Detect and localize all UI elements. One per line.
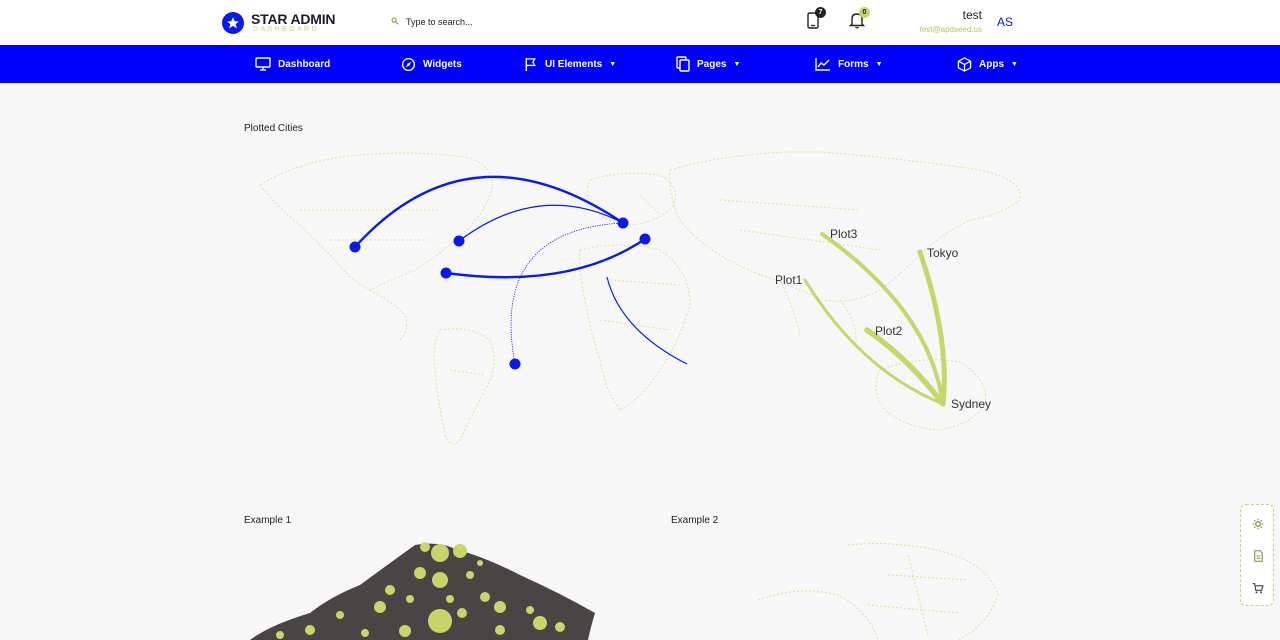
city-marker xyxy=(440,267,452,279)
flight-paths xyxy=(354,175,688,365)
chevron-down-icon: ▼ xyxy=(733,60,741,68)
city-marker xyxy=(453,235,465,247)
brand-subtitle: DASHBOARD xyxy=(253,26,319,33)
star-logo-icon xyxy=(222,12,244,34)
document-button[interactable] xyxy=(1245,543,1271,569)
world-landmass xyxy=(259,151,1021,445)
city-marker xyxy=(349,241,361,253)
search-bar xyxy=(390,13,610,31)
chart-line-icon xyxy=(815,58,830,71)
flight-path xyxy=(354,175,624,248)
search-icon xyxy=(391,17,399,25)
compass-icon xyxy=(401,57,416,71)
document-icon xyxy=(1253,550,1263,562)
monitor-icon xyxy=(255,57,271,71)
nav-label-dashboard: Dashboard xyxy=(278,58,331,70)
flag-icon xyxy=(525,57,536,71)
chevron-down-icon: ▼ xyxy=(1011,60,1018,68)
nav-item-widgets[interactable]: Widgets xyxy=(401,45,462,83)
example1-title: Example 1 xyxy=(244,515,292,526)
cart-button[interactable] xyxy=(1245,575,1271,601)
city-marker xyxy=(639,233,651,245)
plotted-cities-map: Plot1 Plot2 Plot3 Tokyo Sydney xyxy=(259,151,1021,445)
settings-icon xyxy=(1252,518,1264,530)
brand-name: STAR ADMIN xyxy=(251,11,336,27)
nav-item-ui-elements[interactable]: UI Elements ▼ xyxy=(524,45,616,83)
nav-item-pages[interactable]: Pages ▼ xyxy=(676,45,740,83)
label-sydney: Sydney xyxy=(951,397,991,411)
notifications-badge: 0 xyxy=(859,7,870,18)
flight-path xyxy=(510,222,624,365)
nav-label-apps: Apps xyxy=(979,58,1004,70)
label-plot2: Plot2 xyxy=(875,324,903,338)
messages-button[interactable]: 7 xyxy=(804,7,826,32)
route-arcs xyxy=(803,232,947,407)
nav-label-widgets: Widgets xyxy=(423,58,462,70)
flight-path xyxy=(606,276,688,365)
flight-path xyxy=(445,238,646,279)
notifications-button[interactable]: 0 xyxy=(848,7,870,32)
nav-item-apps[interactable]: Apps ▼ xyxy=(957,45,1018,83)
city-marker xyxy=(509,358,521,370)
messages-badge: 7 xyxy=(815,7,826,18)
example2-map xyxy=(757,543,999,640)
world-landmass xyxy=(757,543,999,640)
plotted-cities-title: Plotted Cities xyxy=(244,123,303,134)
top-bar: STAR ADMIN DASHBOARD 7 0 test test@apdse… xyxy=(0,0,1280,45)
user-email: test@apdseed.us xyxy=(919,25,982,34)
search-input[interactable] xyxy=(406,13,606,31)
example2-title: Example 2 xyxy=(671,515,719,526)
cube-icon xyxy=(957,56,972,72)
label-plot1: Plot1 xyxy=(775,273,803,287)
flight-path xyxy=(458,204,624,242)
nav-label-ui-elements: UI Elements xyxy=(545,58,603,70)
user-name[interactable]: test xyxy=(930,8,982,22)
city-marker xyxy=(617,217,629,229)
label-tokyo: Tokyo xyxy=(927,246,959,260)
main-navigation: Dashboard Widgets UI Elements ▼ Pages ▼ … xyxy=(0,45,1280,83)
nav-label-forms: Forms xyxy=(838,58,869,70)
nav-item-dashboard[interactable]: Dashboard xyxy=(255,45,330,83)
label-plot3: Plot3 xyxy=(830,227,858,241)
cart-icon xyxy=(1252,582,1264,594)
nav-label-pages: Pages xyxy=(697,58,727,70)
chevron-down-icon: ▼ xyxy=(875,60,883,68)
copy-icon xyxy=(676,56,690,72)
floating-toolbar xyxy=(1240,504,1274,606)
avatar[interactable]: AS xyxy=(993,12,1017,32)
example1-map xyxy=(250,542,595,640)
nav-item-forms[interactable]: Forms ▼ xyxy=(815,45,883,83)
chevron-down-icon: ▼ xyxy=(609,60,617,68)
settings-button[interactable] xyxy=(1245,511,1271,537)
